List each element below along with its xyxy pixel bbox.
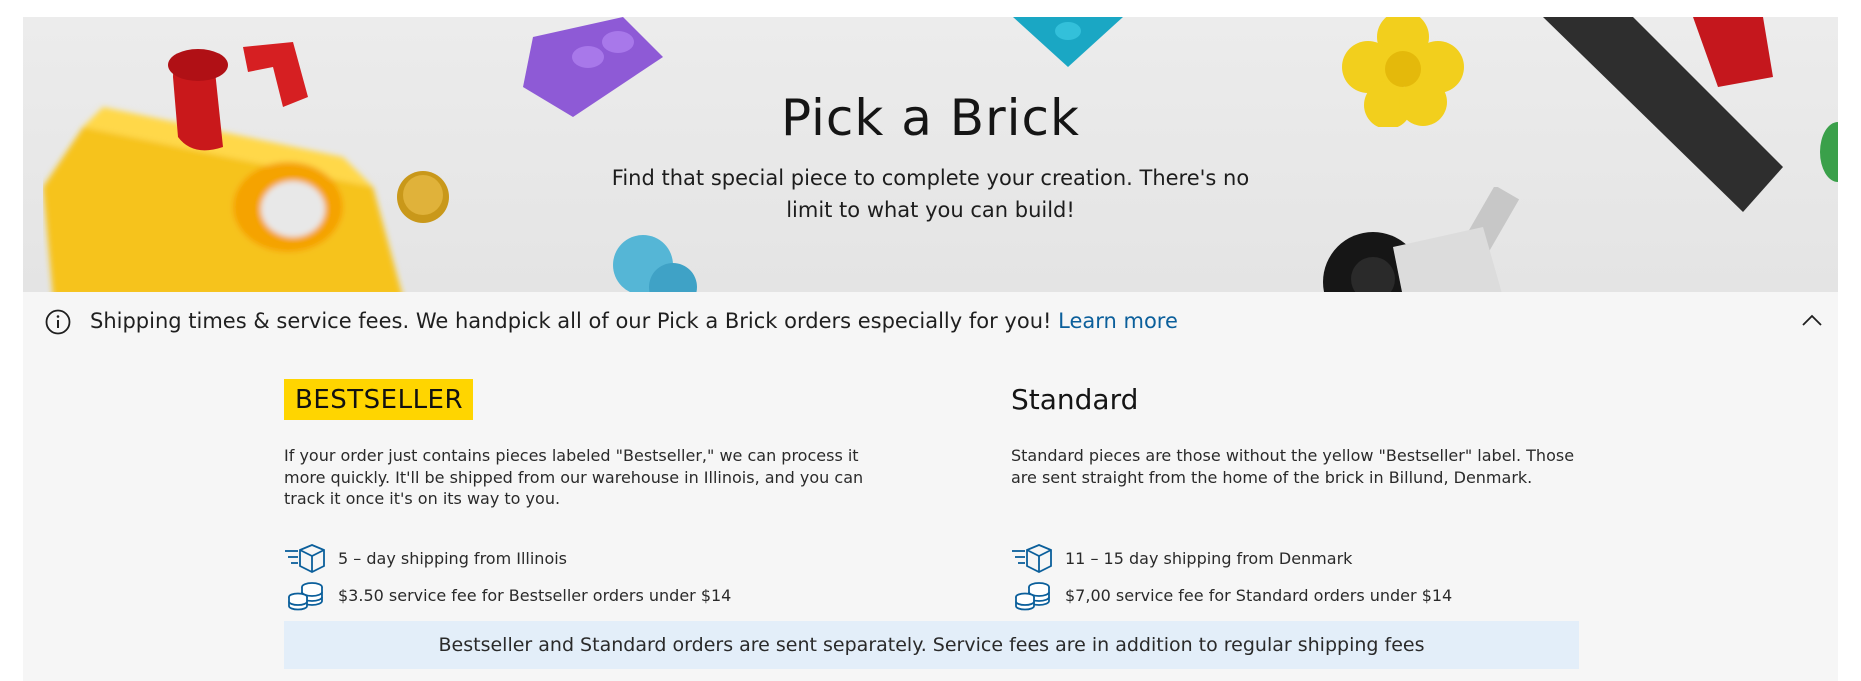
hero-banner: Pick a Brick Find that special piece to …	[23, 17, 1838, 292]
blue-round-decoration	[613, 235, 697, 292]
bestseller-fee-text: $3.50 service fee for Bestseller orders …	[338, 585, 732, 605]
cyan-brick-decoration	[1013, 17, 1123, 67]
shipping-info-message: Shipping times & service fees. We handpi…	[90, 309, 1052, 333]
info-icon	[45, 309, 71, 335]
shipping-box-icon	[1012, 544, 1052, 574]
shipping-info-text: Shipping times & service fees. We handpi…	[90, 309, 1178, 333]
bestseller-description: If your order just contains pieces label…	[284, 446, 864, 508]
standard-title: Standard	[1011, 383, 1139, 416]
gold-stud-decoration	[397, 171, 449, 223]
standard-fee: $7,00 service fee for Standard orders un…	[1011, 579, 1452, 611]
grey-piece-decoration	[1393, 187, 1520, 292]
standard-shipping-text: 11 – 15 day shipping from Denmark	[1065, 548, 1353, 568]
learn-more-link[interactable]: Learn more	[1058, 309, 1178, 333]
page-title: Pick a Brick	[780, 89, 1080, 147]
bestseller-section: BESTSELLER If your order just contains p…	[284, 379, 884, 611]
shipping-note: Bestseller and Standard orders are sent …	[284, 621, 1579, 669]
bestseller-shipping-text: 5 – day shipping from Illinois	[338, 548, 568, 568]
standard-shipping: 11 – 15 day shipping from Denmark	[1011, 542, 1352, 574]
bestseller-fee: $3.50 service fee for Bestseller orders …	[284, 579, 731, 611]
coins-icon	[1015, 582, 1050, 611]
shipping-info-bar[interactable]: Shipping times & service fees. We handpi…	[23, 292, 1838, 352]
standard-section: Standard Standard pieces are those witho…	[1011, 379, 1611, 611]
bestseller-shipping: 5 – day shipping from Illinois	[284, 542, 567, 574]
bestseller-badge: BESTSELLER	[284, 379, 474, 420]
standard-fee-text: $7,00 service fee for Standard orders un…	[1065, 585, 1453, 605]
shipping-box-icon	[285, 544, 325, 574]
hero-subtitle: Find that special piece to complete your…	[611, 166, 1250, 222]
standard-description: Standard pieces are those without the ye…	[1011, 446, 1575, 487]
chevron-up-icon[interactable]	[1800, 308, 1824, 332]
page-frame: Pick a Brick Find that special piece to …	[23, 17, 1838, 681]
coins-icon	[288, 582, 323, 611]
